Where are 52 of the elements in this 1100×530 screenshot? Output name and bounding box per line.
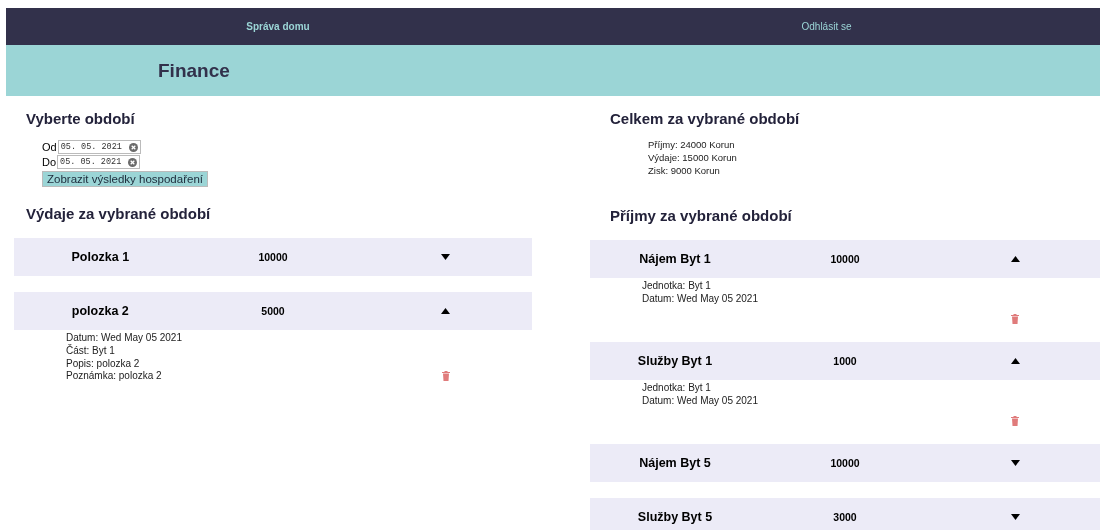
section-heading: Výdaje za vybrané období — [26, 205, 212, 222]
caret-down-icon[interactable] — [1010, 460, 1020, 467]
date-field[interactable]: 05. 05. 2021 — [57, 154, 141, 169]
detail-line: Datum: Wed May 05 2021 — [642, 293, 759, 306]
accordion-header[interactable]: Služby Byt 1 1000 — [590, 342, 1100, 381]
caret-down-icon[interactable] — [441, 254, 451, 260]
field-label: Od — [42, 140, 57, 153]
item-name: Služby Byt 1 — [637, 354, 713, 369]
item-name: Nájem Byt 1 — [639, 252, 711, 267]
home-link[interactable]: Správa domu — [246, 21, 310, 32]
field-label: Do — [42, 155, 57, 168]
accordion-header[interactable]: Nájem Byt 1 10000 — [590, 240, 1100, 279]
caret-down-icon[interactable] — [1010, 514, 1020, 521]
item-name: Služby Byt 5 — [637, 510, 713, 525]
trash-icon[interactable] — [1011, 416, 1019, 427]
item-amount: 10000 — [258, 251, 288, 263]
section-heading: Celkem za vybrané období — [610, 110, 801, 127]
section-heading: Vyberte období — [26, 110, 136, 127]
page-title: Finance — [158, 59, 230, 82]
item-amount: 10000 — [830, 457, 860, 470]
item-amount: 10000 — [830, 253, 860, 266]
item-name: Polozka 1 — [71, 250, 130, 264]
accordion-header[interactable]: Služby Byt 5 3000 — [590, 498, 1100, 530]
clear-icon[interactable] — [128, 157, 138, 167]
detail-line: Jednotka: Byt 1 — [642, 382, 712, 396]
caret-up-icon[interactable] — [1010, 256, 1020, 263]
item-amount: 5000 — [261, 305, 285, 317]
item-amount: 1000 — [833, 355, 857, 368]
accordion-header[interactable]: Nájem Byt 5 10000 — [590, 444, 1100, 483]
detail-line: Část: Byt 1 — [66, 344, 116, 358]
detail-line: Poznámka: polozka 2 — [66, 370, 163, 384]
date-field[interactable]: 05. 05. 2021 — [57, 139, 141, 154]
item-amount: 3000 — [833, 511, 857, 524]
logout-link[interactable]: Odhlásit se — [801, 21, 852, 32]
detail-line: Jednotka: Byt 1 — [642, 280, 712, 294]
total-line: Zisk: 9000 Korun — [648, 164, 721, 178]
section-heading: Příjmy za vybrané období — [610, 207, 793, 225]
item-name: Nájem Byt 5 — [639, 456, 711, 471]
total-line: Příjmy: 24000 Korun — [648, 139, 736, 152]
trash-icon[interactable] — [441, 371, 450, 382]
accordion-header[interactable]: polozka 2 5000 — [14, 292, 532, 330]
item-name: polozka 2 — [71, 304, 129, 318]
detail-line: Datum: Wed May 05 2021 — [642, 395, 759, 408]
detail-line: Datum: Wed May 05 2021 — [66, 332, 183, 344]
detail-line: Popis: polozka 2 — [66, 357, 141, 371]
show-results-button[interactable]: Zobrazit výsledky hospodaření — [42, 171, 208, 187]
caret-up-icon[interactable] — [441, 308, 451, 314]
clear-icon[interactable] — [128, 142, 138, 152]
caret-up-icon[interactable] — [1010, 358, 1020, 365]
accordion-header[interactable]: Polozka 1 10000 — [14, 238, 532, 276]
total-line: Výdaje: 15000 Korun — [648, 151, 738, 165]
trash-icon[interactable] — [1011, 314, 1019, 325]
